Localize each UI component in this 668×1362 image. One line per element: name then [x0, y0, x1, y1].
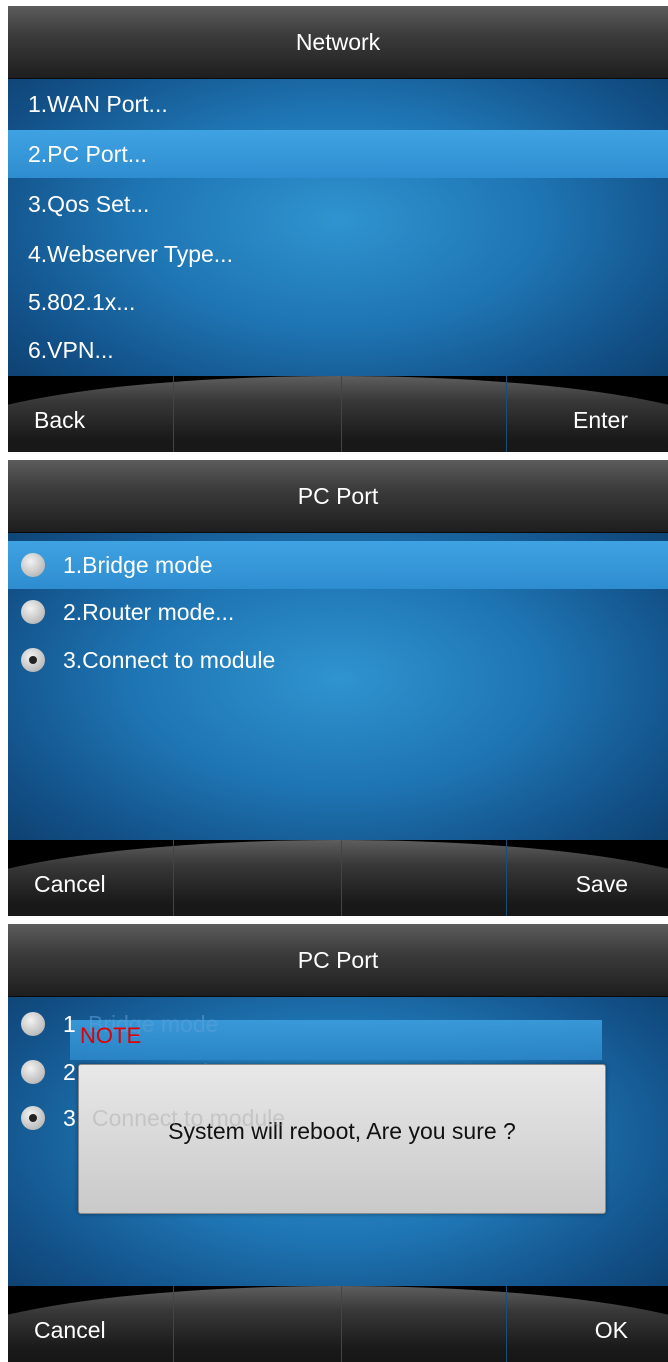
softkey-bar: Cancel OK [8, 1286, 668, 1362]
menu-item-label: 2.PC Port... [28, 141, 147, 167]
softkey-divider [173, 840, 174, 916]
ok-softkey[interactable]: OK [595, 1310, 628, 1350]
menu-item-wan-port[interactable]: 1.WAN Port... [8, 80, 668, 128]
radio-button[interactable] [21, 1060, 45, 1084]
softkey-bar-background [8, 376, 668, 452]
title-bar: PC Port [8, 924, 668, 997]
option-connect-to-module[interactable]: 3.Connect to module [8, 636, 668, 684]
radio-button[interactable] [21, 1012, 45, 1036]
softkey-bar: Back Enter [8, 376, 668, 452]
option-number: 3 [63, 1105, 76, 1131]
pc-port-screen: PC Port 1.Bridge mode 2.Router mode... 3… [8, 460, 668, 916]
network-menu-screen: Network 1.WAN Port... 2.PC Port... 3.Qos… [8, 6, 668, 452]
option-bridge-mode[interactable]: 1.Bridge mode [8, 541, 668, 589]
option-label: 3.Connect to module [63, 647, 276, 673]
cancel-softkey[interactable]: Cancel [34, 1310, 106, 1350]
menu-item-label: 1.WAN Port... [28, 91, 168, 117]
save-softkey[interactable]: Save [576, 864, 628, 904]
screen-title: Network [295, 29, 381, 55]
menu-item-8021x[interactable]: 5.802.1x... [8, 278, 668, 326]
menu-item-qos-set[interactable]: 3.Qos Set... [8, 180, 668, 228]
option-number: 1 [63, 1011, 76, 1037]
dialog-title: NOTE [80, 1023, 142, 1048]
option-label: 2.Router mode... [63, 599, 235, 625]
menu-item-vpn[interactable]: 6.VPN... [8, 326, 668, 374]
softkey-divider [506, 376, 507, 452]
menu-item-label: 4.Webserver Type... [28, 241, 233, 267]
option-router-mode[interactable]: 2.Router mode... [8, 588, 668, 636]
softkey-bar-background [8, 840, 668, 916]
softkey-bar: Cancel Save [8, 840, 668, 916]
menu-item-label: 3.Qos Set... [28, 191, 150, 217]
menu-item-pc-port[interactable]: 2.PC Port... [8, 130, 668, 178]
softkey-bar-background [8, 1286, 668, 1362]
softkey-divider [506, 840, 507, 916]
softkey-divider [506, 1286, 507, 1362]
enter-softkey[interactable]: Enter [573, 400, 628, 440]
softkey-divider [341, 376, 342, 452]
softkey-divider [173, 376, 174, 452]
radio-button[interactable] [21, 553, 45, 577]
menu-item-label: 6.VPN... [28, 337, 114, 363]
screen-title: PC Port [297, 483, 379, 509]
menu-item-webserver-type[interactable]: 4.Webserver Type... [8, 230, 668, 278]
screen-title: PC Port [297, 947, 379, 973]
radio-button[interactable] [21, 600, 45, 624]
title-bar: Network [8, 6, 668, 79]
option-label: 1.Bridge mode [63, 552, 213, 578]
cancel-softkey[interactable]: Cancel [34, 864, 106, 904]
title-bar: PC Port [8, 460, 668, 533]
back-softkey[interactable]: Back [34, 400, 85, 440]
softkey-divider [341, 840, 342, 916]
option-number: 2 [63, 1059, 76, 1085]
radio-button-checked[interactable] [21, 648, 45, 672]
obscured-option-text: Connect to module [92, 1105, 286, 1131]
pc-port-confirm-screen: PC Port 1 Bridge mode 2 Router mode... 3… [8, 924, 668, 1362]
radio-button-checked[interactable] [21, 1106, 45, 1130]
softkey-divider [341, 1286, 342, 1362]
menu-item-label: 5.802.1x... [28, 289, 136, 315]
softkey-divider [173, 1286, 174, 1362]
